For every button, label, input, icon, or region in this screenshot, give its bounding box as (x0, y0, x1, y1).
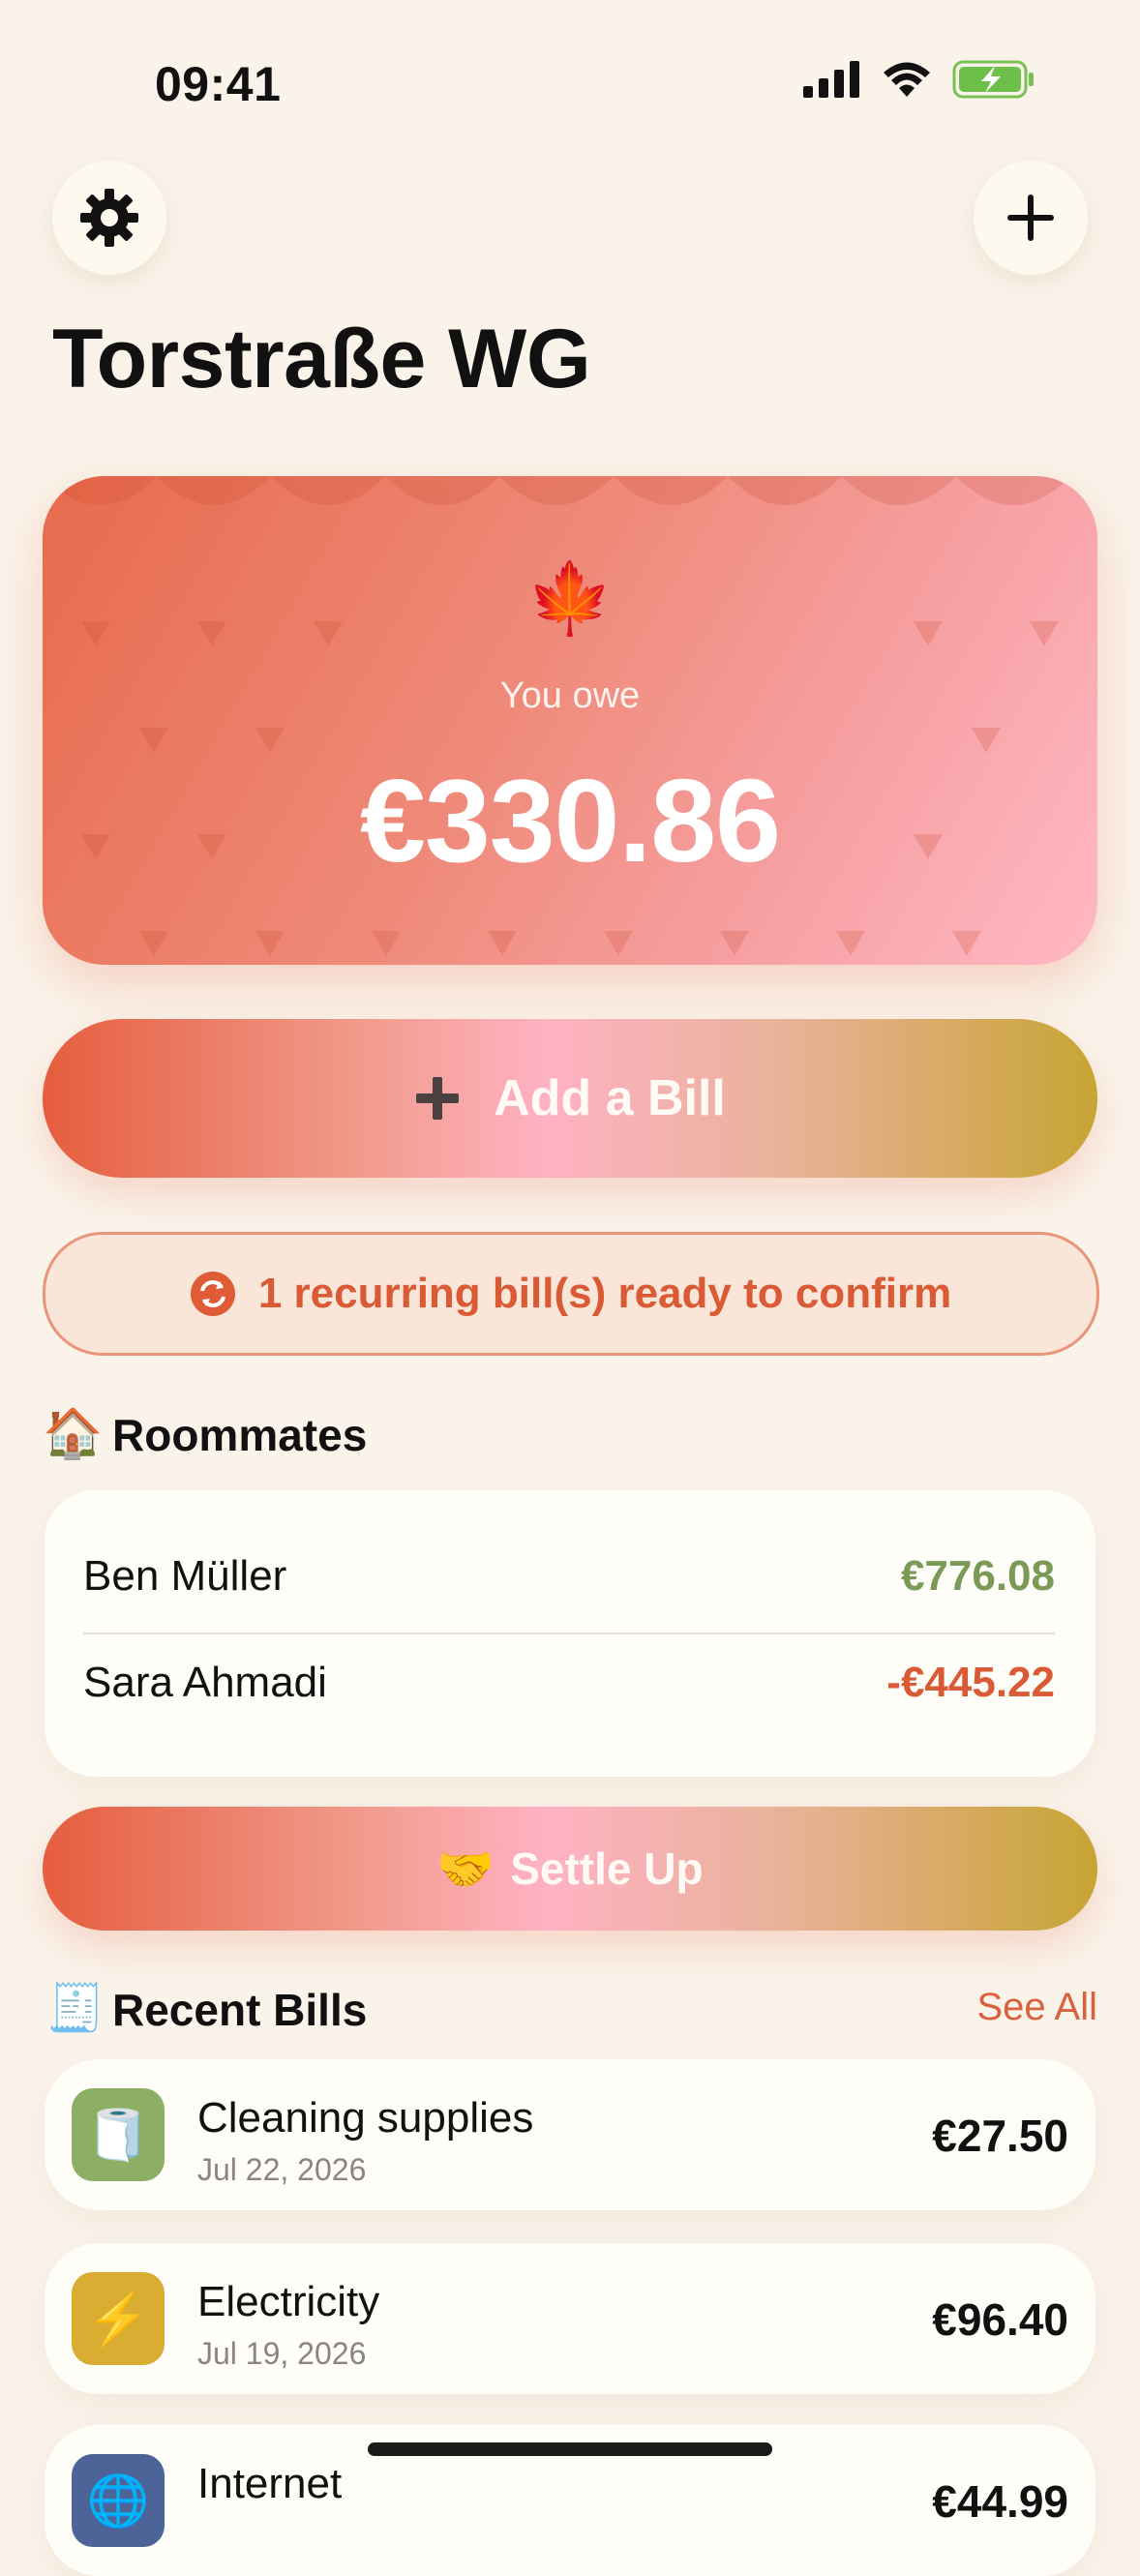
gear-icon (80, 189, 138, 247)
balance-amount: €330.86 (360, 755, 781, 886)
handshake-icon: 🤝 (436, 1843, 495, 1896)
internet-icon: 🌐 (72, 2454, 165, 2547)
recurring-icon (190, 1272, 235, 1316)
balance-label: You owe (499, 675, 641, 716)
balance-card (43, 476, 1097, 965)
recurring-label: 1 recurring bill(s) ready to confirm (257, 1270, 952, 1317)
page-title: Torstraße WG (52, 313, 591, 405)
roommate-name: Ben Müller (83, 1552, 287, 1600)
roommate-name: Sara Ahmadi (83, 1659, 327, 1706)
recent-bills-title: Recent Bills (112, 1985, 368, 2035)
bill-title: Electricity (197, 2278, 380, 2325)
status-icons (803, 60, 1035, 99)
roommate-balance: -€445.22 (886, 1659, 1055, 1706)
divider (83, 1632, 1055, 1634)
roommate-balance: €776.08 (900, 1552, 1055, 1600)
receipt-icon: 🧾 (46, 1983, 105, 2034)
bill-amount: €44.99 (932, 2476, 1068, 2527)
bill-title: Internet (197, 2460, 343, 2507)
cellular-signal-icon (803, 61, 859, 98)
settle-up-label: Settle Up (510, 1843, 704, 1894)
bill-date: Jul 22, 2026 (197, 2152, 367, 2187)
roommates-title: Roommates (112, 1410, 368, 1460)
status-time: 09:41 (155, 57, 282, 111)
maple-leaf-icon: 🍁 (526, 560, 614, 638)
add-bill-button[interactable]: Add a Bill (43, 1019, 1097, 1178)
roommate-row[interactable]: Ben Müller €776.08 (83, 1552, 1055, 1601)
cleaning-supplies-icon: 🧻 (72, 2088, 165, 2181)
lightning-icon: ⚡ (72, 2272, 165, 2365)
home-indicator (368, 2442, 772, 2456)
recurring-bills-banner[interactable]: 1 recurring bill(s) ready to confirm (43, 1232, 1099, 1356)
battery-charging-icon (952, 60, 1034, 99)
card-pattern (43, 476, 1070, 956)
roommate-row[interactable]: Sara Ahmadi -€445.22 (83, 1659, 1055, 1707)
bill-title: Cleaning supplies (197, 2094, 534, 2142)
bill-date: Jul 19, 2026 (197, 2336, 367, 2371)
plus-icon (1007, 195, 1054, 241)
plus-icon (416, 1077, 460, 1120)
bill-row[interactable]: 🧻 Cleaning supplies Jul 22, 2026 €27.50 (45, 2059, 1095, 2210)
add-group-button[interactable] (974, 161, 1088, 275)
bill-amount: €96.40 (932, 2294, 1068, 2345)
see-all-link[interactable]: See All (976, 1986, 1097, 2029)
bill-amount: €27.50 (932, 2111, 1068, 2161)
add-bill-label: Add a Bill (494, 1070, 726, 1126)
settings-button[interactable] (52, 161, 166, 275)
bill-row[interactable]: ⚡ Electricity Jul 19, 2026 €96.40 (45, 2243, 1095, 2394)
wifi-icon (884, 62, 930, 97)
house-icon: 🏠 (43, 1406, 104, 1460)
settle-up-button[interactable]: 🤝 Settle Up (43, 1807, 1097, 1931)
